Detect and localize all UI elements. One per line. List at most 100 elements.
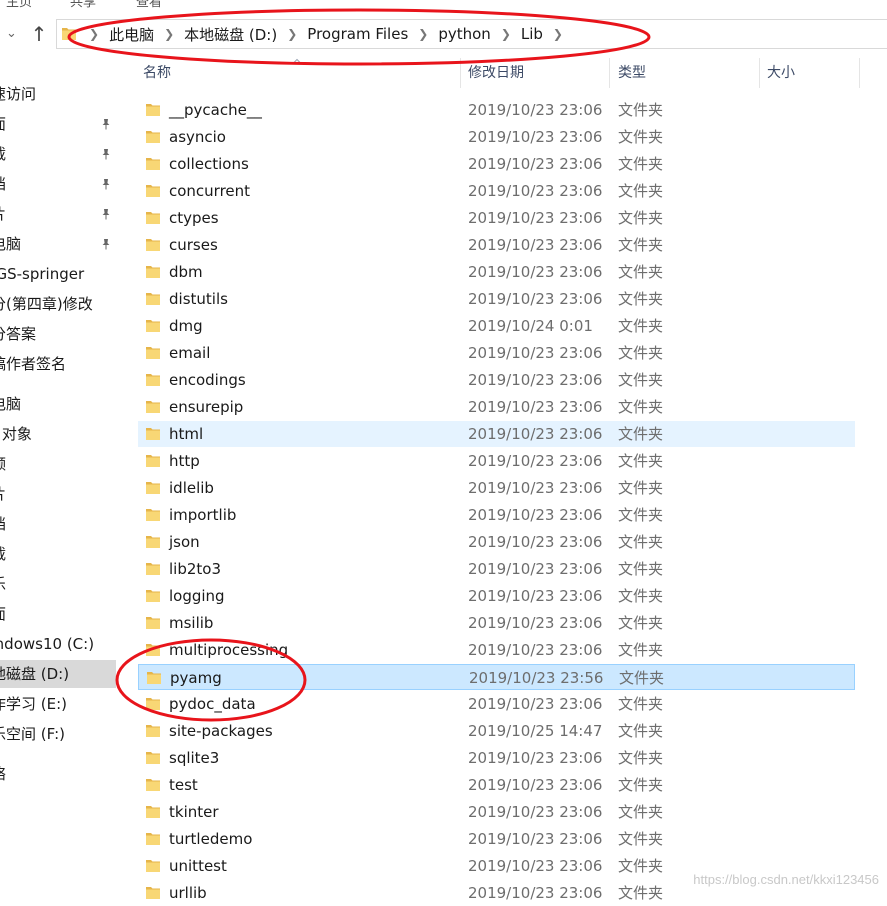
- file-modified-date: 2019/10/23 23:06: [468, 587, 603, 605]
- sidebar-item[interactable]: 网络: [0, 760, 116, 788]
- column-header-date[interactable]: 修改日期: [468, 58, 524, 88]
- file-type: 文件夹: [618, 263, 664, 281]
- file-row[interactable]: idlelib 2019/10/23 23:06 文件夹: [138, 475, 855, 501]
- file-row[interactable]: html 2019/10/23 23:06 文件夹: [138, 421, 855, 447]
- file-row[interactable]: dbm 2019/10/23 23:06 文件夹: [138, 259, 855, 285]
- sidebar-item[interactable]: 图片: [0, 480, 116, 508]
- breadcrumb-program-files[interactable]: Program Files: [307, 25, 408, 43]
- column-header-name[interactable]: 名称: [143, 58, 171, 88]
- sidebar-item[interactable]: 娱乐空间 (F:): [0, 720, 116, 748]
- ribbon-tab-view[interactable]: 查看: [136, 0, 162, 8]
- sidebar-item[interactable]: 积分答案: [0, 320, 116, 348]
- sidebar-item-label: 文档: [0, 170, 116, 198]
- sidebar-item[interactable]: 文档: [0, 170, 116, 198]
- recent-locations-chevron-icon[interactable]: ⌄: [6, 24, 20, 44]
- file-type: 文件夹: [619, 669, 665, 687]
- file-row[interactable]: multiprocessing 2019/10/23 23:06 文件夹: [138, 637, 855, 663]
- column-divider[interactable]: [759, 58, 760, 88]
- up-arrow-icon[interactable]: ↑: [28, 22, 50, 46]
- file-modified-date: 2019/10/23 23:06: [468, 263, 603, 281]
- file-name: unittest: [169, 857, 227, 875]
- sidebar-item[interactable]: 下载: [0, 540, 116, 568]
- sidebar-item[interactable]: 此电脑: [0, 390, 116, 418]
- sidebar-item[interactable]: 图片: [0, 200, 116, 228]
- folder-icon: [146, 509, 160, 521]
- breadcrumb-this-pc[interactable]: 此电脑: [109, 24, 154, 45]
- file-modified-date: 2019/10/23 23:06: [468, 695, 603, 713]
- sidebar-item[interactable]: 本地磁盘 (D:): [0, 660, 116, 688]
- pin-icon[interactable]: [100, 238, 112, 250]
- file-row[interactable]: dmg 2019/10/24 0:01 文件夹: [138, 313, 855, 339]
- sidebar-item[interactable]: 音乐: [0, 570, 116, 598]
- sidebar-item[interactable]: Windows10 (C:): [0, 630, 116, 658]
- file-list: __pycache__ 2019/10/23 23:06 文件夹 asyncio 201…: [118, 97, 887, 902]
- sidebar-item[interactable]: 快速访问: [0, 80, 116, 108]
- pin-icon[interactable]: [100, 148, 112, 160]
- file-row[interactable]: ctypes 2019/10/23 23:06 文件夹: [138, 205, 855, 231]
- file-row[interactable]: http 2019/10/23 23:06 文件夹: [138, 448, 855, 474]
- sidebar-item[interactable]: 下载: [0, 140, 116, 168]
- file-row[interactable]: sqlite3 2019/10/23 23:06 文件夹: [138, 745, 855, 771]
- file-row[interactable]: pydoc_data 2019/10/23 23:06 文件夹: [138, 691, 855, 717]
- sidebar-item[interactable]: 此电脑: [0, 230, 116, 258]
- sidebar-item[interactable]: 视频: [0, 450, 116, 478]
- folder-icon: [146, 104, 160, 116]
- file-row[interactable]: lib2to3 2019/10/23 23:06 文件夹: [138, 556, 855, 582]
- pin-icon[interactable]: [100, 178, 112, 190]
- file-row[interactable]: concurrent 2019/10/23 23:06 文件夹: [138, 178, 855, 204]
- file-row[interactable]: encodings 2019/10/23 23:06 文件夹: [138, 367, 855, 393]
- column-header-size[interactable]: 大小: [767, 58, 795, 88]
- sidebar-item[interactable]: 桌面: [0, 110, 116, 138]
- sidebar-item[interactable]: 3D 对象: [0, 420, 116, 448]
- file-row[interactable]: logging 2019/10/23 23:06 文件夹: [138, 583, 855, 609]
- breadcrumb-python[interactable]: python: [438, 25, 490, 43]
- sidebar-item[interactable]: 积分(第四章)修改: [0, 290, 116, 318]
- folder-icon: [146, 887, 160, 899]
- file-row[interactable]: email 2019/10/23 23:06 文件夹: [138, 340, 855, 366]
- file-row[interactable]: ensurepip 2019/10/23 23:06 文件夹: [138, 394, 855, 420]
- sidebar-item-label: 改稿作者签名: [0, 355, 67, 373]
- file-modified-date: 2019/10/23 23:06: [468, 857, 603, 875]
- file-row[interactable]: json 2019/10/23 23:06 文件夹: [138, 529, 855, 555]
- file-row[interactable]: msilib 2019/10/23 23:06 文件夹: [138, 610, 855, 636]
- file-row[interactable]: tkinter 2019/10/23 23:06 文件夹: [138, 799, 855, 825]
- file-row[interactable]: collections 2019/10/23 23:06 文件夹: [138, 151, 855, 177]
- file-row[interactable]: __pycache__ 2019/10/23 23:06 文件夹: [138, 97, 855, 123]
- breadcrumb-separator-icon[interactable]: ❯: [553, 27, 563, 41]
- file-row[interactable]: test 2019/10/23 23:06 文件夹: [138, 772, 855, 798]
- sidebar-item-label: 网络: [0, 760, 116, 788]
- sidebar-item[interactable]: PRGS-springer: [0, 260, 116, 288]
- file-modified-date: 2019/10/23 23:06: [468, 884, 603, 902]
- sidebar-item[interactable]: 改稿作者签名: [0, 350, 116, 378]
- address-bar[interactable]: ❯ 此电脑 ❯ 本地磁盘 (D:) ❯ Program Files ❯ pyth…: [56, 19, 887, 49]
- file-row[interactable]: asyncio 2019/10/23 23:06 文件夹: [138, 124, 855, 150]
- sidebar-item[interactable]: 工作学习 (E:): [0, 690, 116, 718]
- breadcrumb-separator-icon[interactable]: ❯: [418, 27, 428, 41]
- folder-icon: [62, 28, 76, 40]
- ribbon-tab-home[interactable]: 主页: [6, 0, 32, 8]
- breadcrumb-local-disk-d[interactable]: 本地磁盘 (D:): [184, 24, 277, 45]
- file-row[interactable]: pyamg 2019/10/23 23:56 文件夹: [138, 664, 855, 690]
- column-header-type[interactable]: 类型: [618, 58, 646, 88]
- sidebar-item-label: 积分(第四章)修改: [0, 295, 93, 313]
- file-row[interactable]: site-packages 2019/10/25 14:47 文件夹: [138, 718, 855, 744]
- sidebar-item-label: 本地磁盘 (D:): [0, 665, 70, 683]
- column-divider[interactable]: [609, 58, 610, 88]
- ribbon-tab-share[interactable]: 共享: [70, 0, 96, 8]
- file-row[interactable]: curses 2019/10/23 23:06 文件夹: [138, 232, 855, 258]
- file-row[interactable]: importlib 2019/10/23 23:06 文件夹: [138, 502, 855, 528]
- sidebar-item[interactable]: 文档: [0, 510, 116, 538]
- file-row[interactable]: distutils 2019/10/23 23:06 文件夹: [138, 286, 855, 312]
- file-type: 文件夹: [618, 290, 664, 308]
- pin-icon[interactable]: [100, 208, 112, 220]
- file-row[interactable]: turtledemo 2019/10/23 23:06 文件夹: [138, 826, 855, 852]
- column-divider[interactable]: [460, 58, 461, 88]
- breadcrumb-separator-icon[interactable]: ❯: [164, 27, 174, 41]
- breadcrumb-separator-icon[interactable]: ❯: [287, 27, 297, 41]
- breadcrumb-separator-icon[interactable]: ❯: [89, 27, 99, 41]
- pin-icon[interactable]: [100, 118, 112, 130]
- breadcrumb-lib[interactable]: Lib: [521, 25, 543, 43]
- sidebar-item[interactable]: 桌面: [0, 600, 116, 628]
- column-divider[interactable]: [859, 58, 860, 88]
- breadcrumb-separator-icon[interactable]: ❯: [501, 27, 511, 41]
